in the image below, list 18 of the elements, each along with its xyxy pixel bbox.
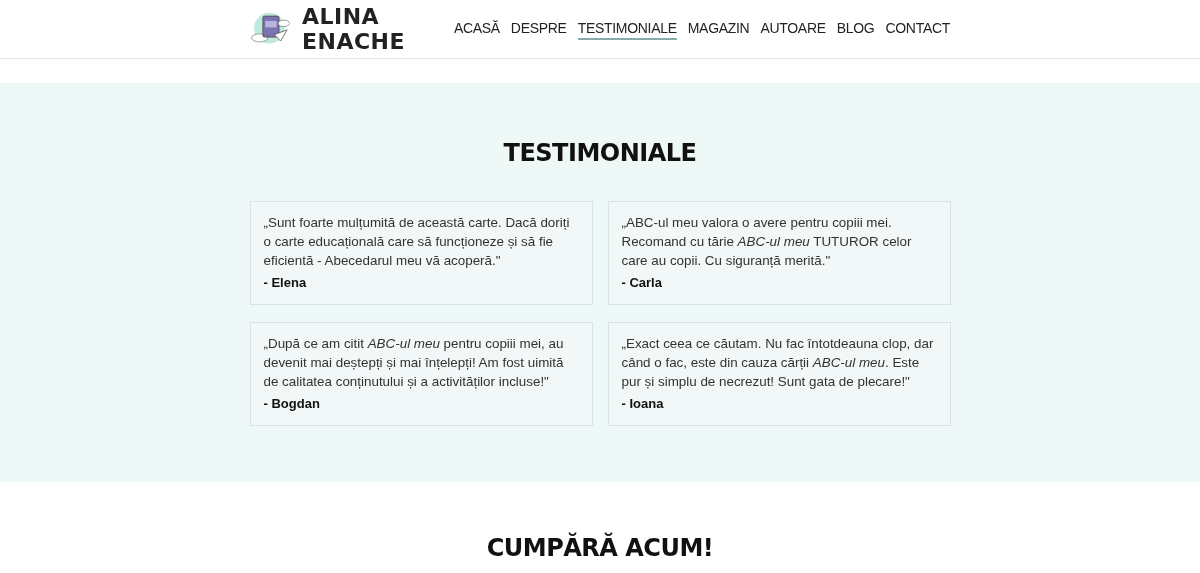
section-title: CUMPĂRĂ ACUM!: [486, 534, 714, 562]
nav-link[interactable]: TESTIMONIALE: [577, 18, 677, 40]
nav-link[interactable]: DESPRE: [510, 18, 567, 40]
testimonial-author: - Ioana: [621, 396, 664, 411]
testimonial-quote: „ABC-ul meu valora o avere pentru copiii mei. Recomand cu tărie ABC-ul meu TUTUROR celor care au copii. Cu siguranță merită.": [621, 214, 913, 270]
nav-link[interactable]: MAGAZIN: [687, 18, 750, 40]
testimonial-author: - Elena: [263, 275, 307, 290]
nav-link[interactable]: ACASĂ: [453, 18, 500, 40]
testimonial-author: - Bogdan: [263, 396, 320, 411]
testimonial-quote: „Exact ceea ce căutam. Nu fac întotdeauna clop, dar când o fac, este din cauza cărții ABC-ul meu. Este pur și simplu de necrezut! Sunt gata de plecare!": [621, 335, 935, 391]
nav-link[interactable]: AUTOARE: [760, 18, 826, 40]
section-title: TESTIMONIALE: [503, 139, 697, 167]
testimonial-quote: „Sunt foarte mulțumită de această carte. Dacă doriți o carte educațională care să funcționeze și să fie eficientă - Abecedarul meu vă acoperă.": [263, 214, 571, 270]
testimonial-quote: „După ce am citit ABC-ul meu pentru copiii mei, au devenit mai deștepți și mai înțelepți! Am fost uimită de calitatea conținutului și a activităților incluse!": [263, 335, 565, 391]
testimonial-author: - Carla: [621, 275, 662, 290]
logo-text[interactable]: ALINA ENACHE: [301, 4, 454, 54]
nav-link[interactable]: BLOG: [836, 18, 875, 40]
nav-link[interactable]: CONTACT: [885, 18, 950, 40]
